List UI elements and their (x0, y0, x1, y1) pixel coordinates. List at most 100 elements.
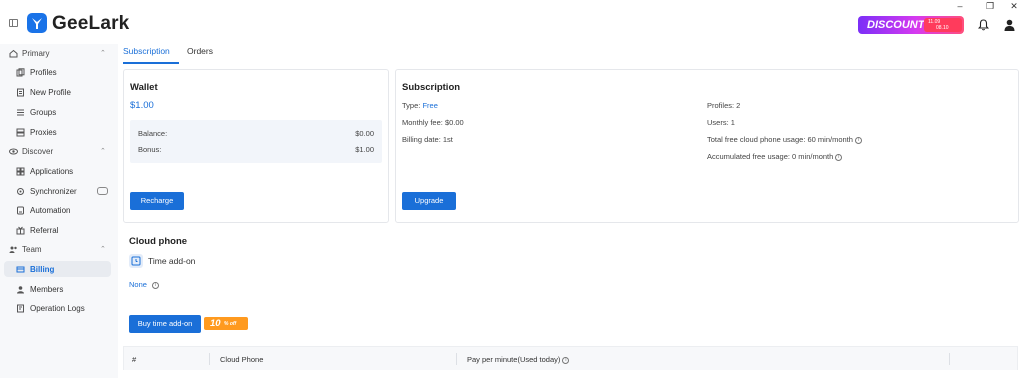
balance-label: Balance: (138, 129, 168, 138)
sidebar-group-label: Discover (22, 147, 54, 156)
sidebar-item-label: Automation (30, 206, 71, 215)
info-icon[interactable]: i (562, 356, 570, 364)
bonus-value: $1.00 (355, 145, 374, 154)
accumulated-usage: Accumulated free usage: 0 min/month i (707, 152, 843, 161)
cloud-phone-title: Cloud phone (129, 236, 188, 247)
applications-icon (16, 167, 25, 176)
team-icon (9, 246, 17, 253)
chevron-up-icon: ⌃ (100, 246, 106, 253)
sidebar-item-new-profile[interactable]: New Profile (4, 84, 111, 100)
column-header-index: # (132, 355, 137, 364)
groups-icon (17, 109, 24, 116)
title-bar: GeeLark – ❐ ✕ DISCOUNT 11.09 08.10 (0, 0, 1024, 44)
total-free-usage: Total free cloud phone usage: 60 min/mon… (707, 135, 862, 144)
discount-banner[interactable]: DISCOUNT 11.09 08.10 (858, 16, 964, 34)
home-icon (9, 49, 18, 58)
total-free-usage-text: Total free cloud phone usage: 60 min/mon… (707, 135, 853, 144)
discount-banner-label: DISCOUNT (867, 19, 925, 31)
sidebar-item-label: Profiles (30, 68, 57, 77)
sidebar-item-operation-logs[interactable]: Operation Logs (4, 300, 111, 316)
sidebar-toggle-icon[interactable] (9, 19, 18, 27)
wallet-amount: $1.00 (130, 100, 154, 111)
billing-icon (16, 266, 25, 273)
new-profile-icon (17, 88, 24, 97)
discount-tag: 10 % off (204, 317, 248, 330)
restore-icon[interactable]: ❐ (984, 1, 996, 11)
wallet-card: Wallet $1.00 Balance: $0.00 Bonus: $1.00… (123, 69, 389, 223)
info-icon[interactable]: i (151, 281, 159, 289)
sidebar-item-groups[interactable]: Groups (4, 104, 111, 120)
info-icon[interactable]: i (835, 153, 843, 161)
sidebar-group-discover[interactable]: Discover ⌃ (4, 143, 111, 159)
none-label: None (129, 280, 147, 289)
sidebar-group-label: Team (22, 245, 42, 254)
sidebar-item-profiles[interactable]: Profiles (4, 64, 111, 80)
proxies-icon (16, 128, 25, 137)
sidebar-item-referral[interactable]: Referral (4, 222, 111, 238)
recharge-button[interactable]: Recharge (130, 192, 184, 210)
sidebar-group-team[interactable]: Team ⌃ (4, 241, 111, 257)
close-icon[interactable]: ✕ (1008, 1, 1020, 11)
members-icon (17, 286, 24, 294)
notification-bell-icon[interactable] (978, 19, 989, 31)
sidebar-item-billing[interactable]: Billing (4, 261, 111, 277)
time-addon-label: Time add-on (148, 256, 196, 266)
sidebar-item-automation[interactable]: Automation (4, 202, 111, 218)
operation-logs-icon (17, 304, 24, 313)
subscription-card: Subscription Type: Free Monthly fee: $0.… (395, 69, 1019, 223)
minimize-icon[interactable]: – (954, 1, 966, 11)
column-divider (209, 353, 210, 365)
automation-icon (17, 206, 24, 215)
column-divider (949, 353, 950, 365)
type-value: Free (422, 101, 438, 110)
sidebar-item-label: Members (30, 285, 64, 294)
subscription-type: Type: Free (402, 101, 438, 110)
bonus-label: Bonus: (138, 145, 162, 154)
users-count: Users: 1 (707, 118, 735, 127)
profiles-icon (16, 68, 25, 77)
sidebar-item-label: Synchronizer (30, 187, 77, 196)
sidebar-item-label: Operation Logs (30, 304, 85, 313)
discount-suffix: % off (224, 321, 237, 327)
discount-value: 10 (210, 318, 221, 329)
geelark-logo-icon (27, 13, 47, 33)
sidebar-item-label: Groups (30, 108, 57, 117)
synchronizer-icon (17, 188, 24, 195)
sidebar-item-proxies[interactable]: Proxies (4, 124, 111, 140)
time-addon-status: None i (129, 280, 159, 289)
chevron-up-icon: ⌃ (100, 148, 106, 155)
column-divider (456, 353, 457, 365)
balance-value: $0.00 (355, 129, 374, 138)
profiles-count: Profiles: 2 (707, 101, 741, 110)
sidebar-item-synchronizer[interactable]: Synchronizer (4, 183, 111, 199)
cloud-phone-table-header: # Cloud Phone Pay per minute(Used today)… (123, 346, 1018, 370)
wallet-breakdown: Balance: $0.00 Bonus: $1.00 (130, 120, 382, 163)
sidebar-group-primary[interactable]: Primary ⌃ (4, 45, 111, 61)
accumulated-usage-text: Accumulated free usage: 0 min/month (707, 152, 834, 161)
pay-per-minute-label: Pay per minute(Used today) (467, 355, 561, 364)
sidebar-item-label: Applications (30, 167, 74, 176)
tab-subscription[interactable]: Subscription (123, 46, 170, 56)
user-avatar-icon[interactable] (1004, 19, 1015, 31)
billing-date: Billing date: 1st (402, 135, 453, 144)
referral-icon (16, 226, 25, 235)
subscription-title: Subscription (402, 82, 461, 93)
tab-bar: Subscription Orders (118, 44, 1024, 64)
sidebar-group-label: Primary (22, 49, 50, 58)
sidebar-item-label: Billing (30, 265, 55, 274)
clock-icon (129, 254, 143, 268)
info-icon[interactable]: i (854, 136, 862, 144)
column-header-pay-per-minute: Pay per minute(Used today) i (467, 355, 570, 364)
promo-date-end: 08.10 (936, 25, 949, 31)
sidebar-item-members[interactable]: Members (4, 281, 111, 297)
tab-orders[interactable]: Orders (187, 46, 213, 56)
upgrade-button[interactable]: Upgrade (402, 192, 456, 210)
app-name: GeeLark (52, 13, 130, 34)
buy-time-addon-button[interactable]: Buy time add-on (129, 315, 201, 333)
column-header-cloud-phone: Cloud Phone (220, 355, 264, 364)
sidebar-item-applications[interactable]: Applications (4, 163, 111, 179)
sidebar: Primary ⌃ Profiles New Profile Groups Pr… (0, 44, 118, 378)
sidebar-item-label: Proxies (30, 128, 57, 137)
active-tab-indicator (123, 62, 179, 64)
vr-glasses-icon (97, 187, 108, 195)
